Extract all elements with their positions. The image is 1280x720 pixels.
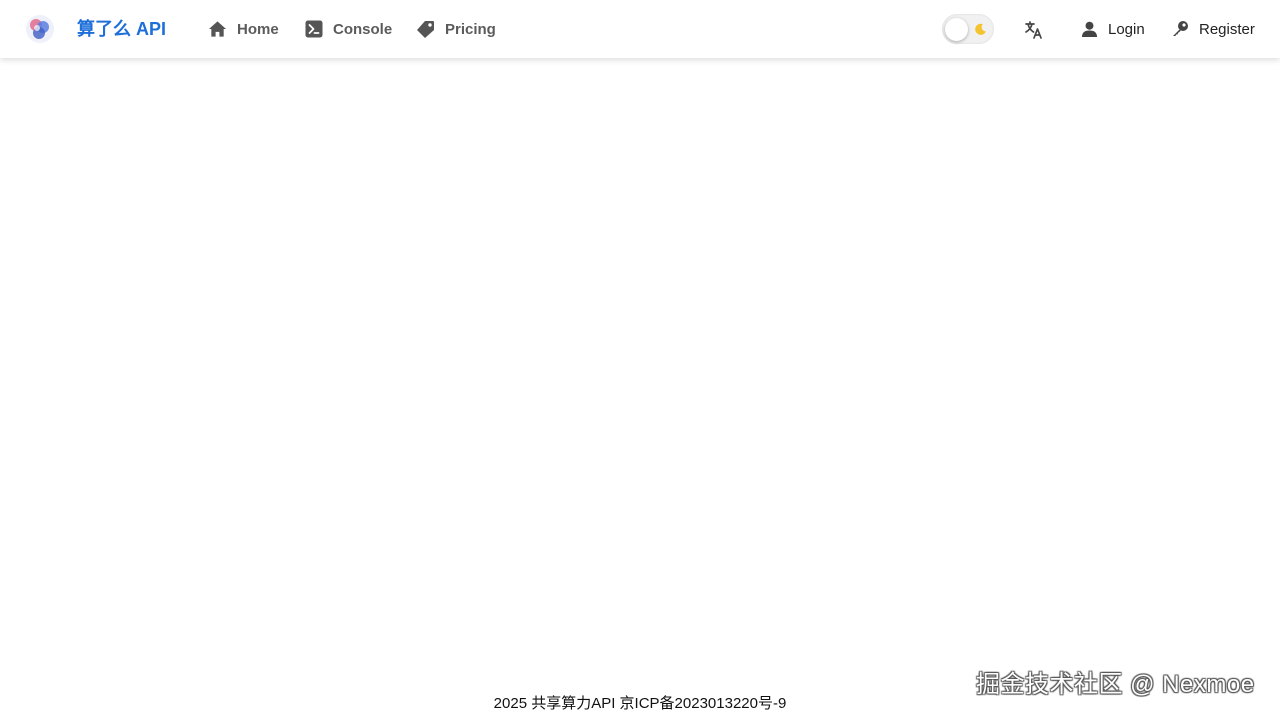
site-logo[interactable] [25, 14, 55, 44]
nav-pricing[interactable]: Pricing [416, 16, 496, 42]
home-icon [208, 21, 227, 37]
logo-icon [26, 15, 54, 43]
key-icon [1173, 21, 1188, 36]
nav-home-label: Home [237, 20, 279, 38]
nav-home[interactable]: Home [208, 16, 279, 42]
register-link[interactable]: Register [1171, 17, 1255, 41]
toggle-knob [945, 18, 968, 41]
watermark: 掘金技术社区 @ Nexmoe [976, 671, 1255, 698]
nav-pricing-label: Pricing [445, 20, 496, 38]
login-label: Login [1108, 20, 1145, 38]
register-label: Register [1199, 20, 1255, 38]
language-switch[interactable] [1024, 20, 1044, 40]
top-navbar: 算了么 API Home Console Pricing Login Regis… [0, 0, 1280, 58]
nav-console-label: Console [333, 20, 393, 38]
user-icon [1081, 21, 1098, 37]
moon-icon [975, 23, 986, 35]
terminal-icon [305, 20, 323, 38]
tag-icon [417, 21, 434, 38]
theme-toggle[interactable] [942, 14, 994, 44]
brand-title[interactable]: 算了么 API [77, 17, 166, 41]
nav-console[interactable]: Console [305, 16, 392, 42]
login-link[interactable]: Login [1081, 17, 1145, 41]
translate-icon [1025, 21, 1042, 39]
